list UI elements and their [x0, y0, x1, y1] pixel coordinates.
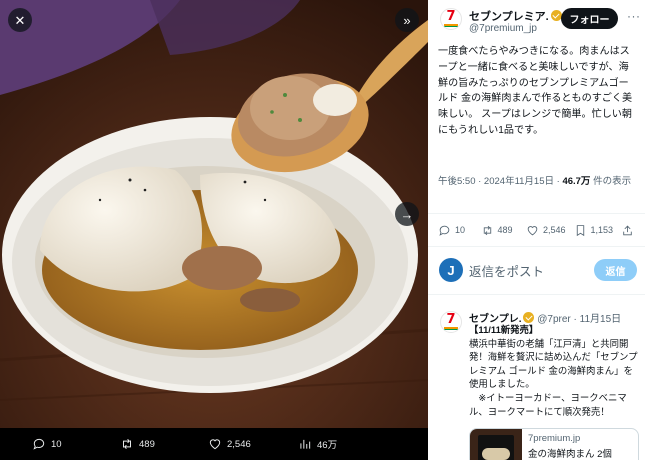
heart-icon — [209, 439, 221, 450]
seven-logo-icon: 7 — [446, 312, 456, 327]
heart-icon — [527, 225, 538, 235]
view-count: 46.7万 — [562, 176, 591, 187]
link-title: 金の海鮮肉まん 2個 — [528, 449, 612, 460]
food-photo — [0, 0, 428, 428]
divider — [428, 213, 645, 214]
like-button[interactable]: 2,546 — [526, 224, 573, 237]
bookmark-icon — [576, 224, 584, 236]
arrow-right-icon: → — [400, 206, 414, 222]
next-media-button[interactable]: → — [395, 202, 419, 226]
reply-submit-button[interactable]: 返信 — [594, 259, 637, 281]
media-like-count: 2,546 — [227, 438, 251, 450]
tweet-text: 一度食べたらやみつきになる。肉まんはスープと一緒に食べると美味しいですが、海鮮の… — [438, 46, 633, 136]
current-user-avatar[interactable]: J — [439, 258, 463, 282]
media-retweet-count: 489 — [139, 438, 155, 450]
author-display-name: セブンプレミア. — [469, 11, 549, 23]
media-reply-count: 10 — [51, 438, 62, 450]
double-chevron-right-icon: » — [403, 12, 411, 28]
more-options-icon[interactable]: ··· — [627, 9, 641, 23]
divider — [428, 294, 645, 295]
view-count-suffix: 件の表示 — [590, 176, 632, 187]
author-avatar[interactable]: 7 — [440, 8, 462, 30]
reply-count: 10 — [455, 225, 466, 235]
views-chart-icon — [300, 439, 311, 449]
reply-icon — [439, 225, 450, 236]
media-like-button[interactable]: 2,546 — [208, 437, 298, 451]
link-domain: 7premium.jp — [528, 433, 581, 444]
close-icon: ✕ — [14, 12, 26, 28]
tweet-detail-pane: 7 セブンプレミア. @7premium_jp フォロー ··· 一度食べたらや… — [428, 0, 645, 460]
divider — [428, 246, 645, 247]
link-thumbnail — [470, 429, 522, 460]
close-button[interactable]: ✕ — [8, 8, 32, 32]
verified-badge-icon — [523, 312, 535, 323]
author-name-row[interactable]: セブンプレミア. — [469, 8, 562, 24]
media-reply-button[interactable]: 10 — [32, 437, 120, 451]
retweet-count: 489 — [497, 225, 513, 235]
bookmark-button[interactable]: 1,153 — [574, 224, 621, 237]
tweet-action-bar: 10 489 2,546 1,153 — [438, 222, 638, 238]
tweet-timestamp[interactable]: 午後5:50 · 2024年11月15日 · — [438, 176, 562, 187]
reply-icon — [33, 438, 45, 450]
bookmark-count: 1,153 — [590, 225, 614, 235]
media-action-bar: 10 489 2,546 46万 — [0, 428, 428, 460]
reply-author-avatar[interactable]: 7 — [440, 311, 462, 333]
reply-text: 【11/11新発売】 横浜中華街の老舗「江戸清」と共同開発！海鮮を贅沢に詰め込ん… — [469, 323, 641, 418]
retweet-button[interactable]: 489 — [481, 224, 527, 237]
like-count: 2,546 — [543, 225, 566, 235]
seven-logo-icon: 7 — [446, 9, 456, 24]
follow-button[interactable]: フォロー — [561, 8, 618, 29]
media-views-count: 46万 — [317, 440, 338, 451]
media-viewer: ✕ » → 10 489 2,546 46万 — [0, 0, 428, 460]
author-handle[interactable]: @7premium_jp — [469, 23, 537, 34]
share-icon — [623, 225, 632, 235]
expand-panel-button[interactable]: » — [395, 8, 419, 32]
media-retweet-button[interactable]: 489 — [120, 437, 208, 451]
share-button[interactable] — [621, 224, 638, 237]
reply-button[interactable]: 10 — [438, 224, 481, 237]
reply-text-line: ※イトーヨーカドー、ヨークベニマル、ヨークマートにて順次発売！ — [469, 391, 627, 417]
reply-text-line: 横浜中華街の老舗「江戸清」と共同開発！海鮮を贅沢に詰め込んだ「セブンプレミアム … — [469, 337, 638, 390]
link-preview-card[interactable]: 7premium.jp 金の海鮮肉まん 2個 — [469, 428, 639, 460]
tweet-metadata: 午後5:50 · 2024年11月15日 · 46.7万 件の表示 — [438, 174, 638, 190]
reply-input[interactable]: 返信をポスト — [469, 261, 544, 280]
retweet-icon — [483, 225, 491, 235]
retweet-icon — [123, 438, 131, 450]
reply-text-line: 【11/11新発売】 — [469, 324, 539, 335]
media-views-button[interactable]: 46万 — [298, 437, 368, 451]
